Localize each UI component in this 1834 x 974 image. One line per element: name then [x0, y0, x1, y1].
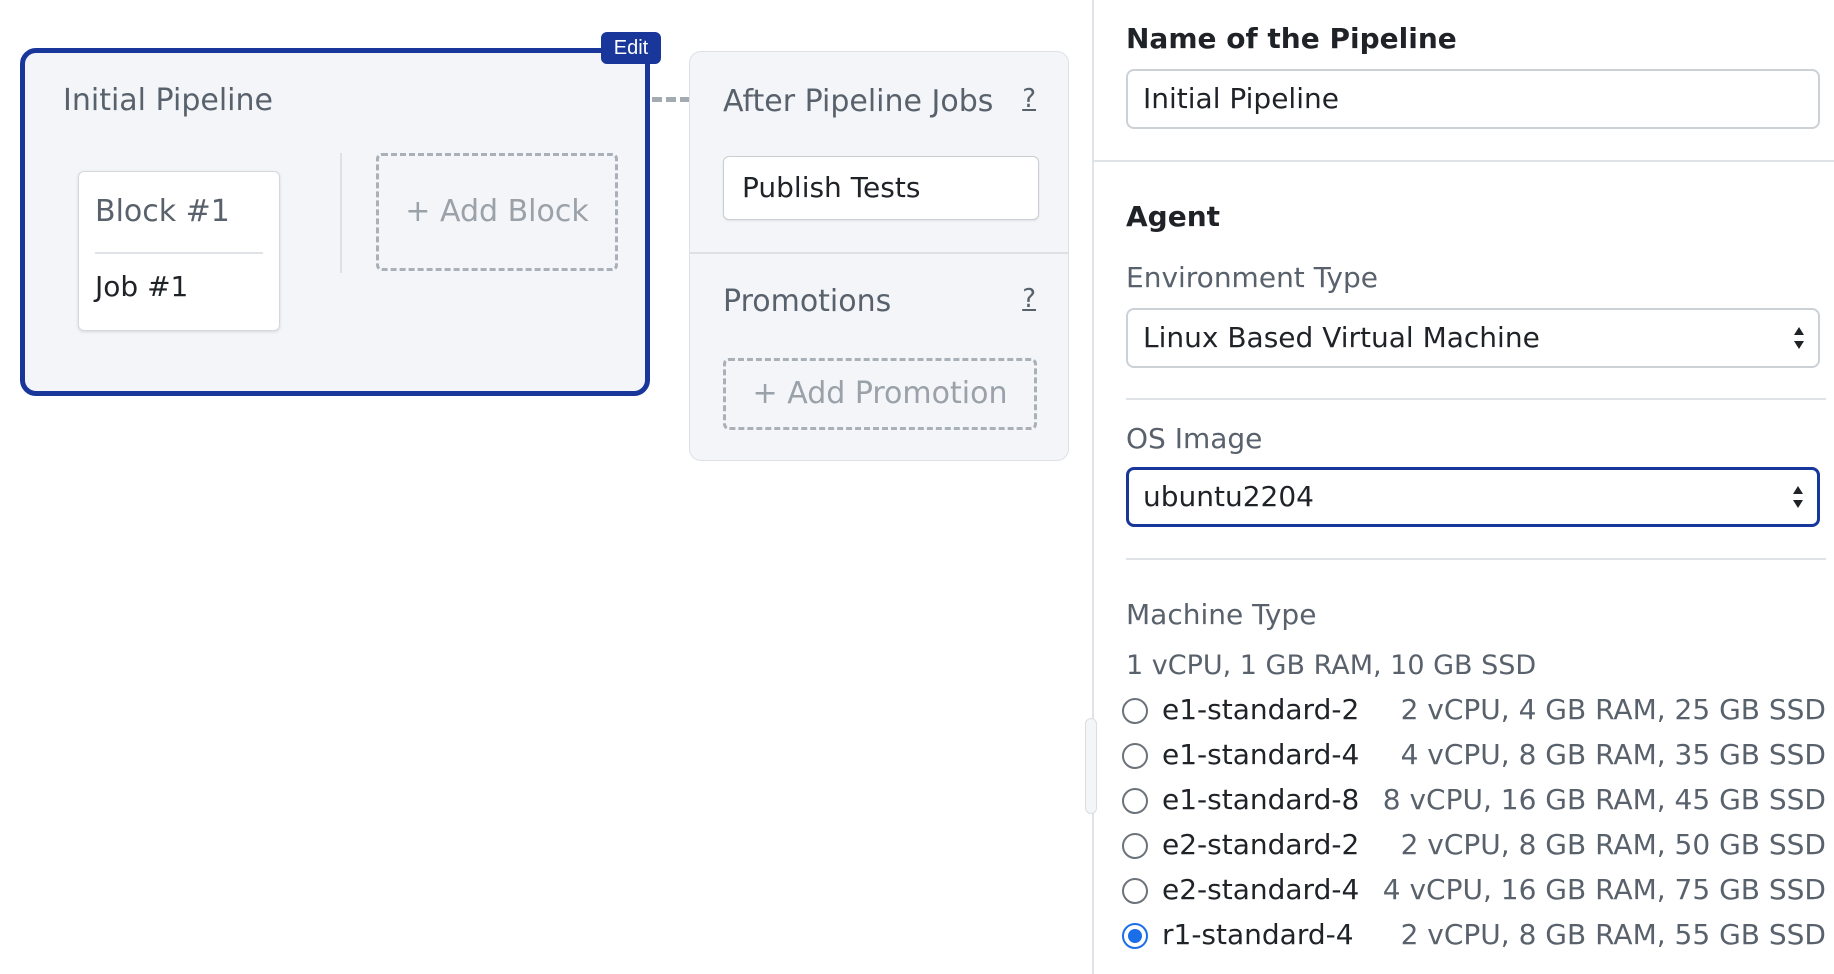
os-image-label: OS Image — [1126, 422, 1263, 455]
machine-name: e1-standard-4 — [1162, 738, 1360, 771]
machine-option[interactable]: e1-standard-8 8 vCPU, 16 GB RAM, 45 GB S… — [1122, 781, 1826, 821]
add-promotion-button[interactable]: + Add Promotion — [723, 358, 1037, 430]
agent-heading: Agent — [1126, 200, 1221, 233]
pipeline-canvas: Initial Pipeline Block #1 Job #1 + Add B… — [0, 0, 1088, 974]
select-arrows-icon — [1793, 486, 1803, 508]
pipeline-name-label: Name of the Pipeline — [1126, 22, 1457, 55]
machine-type-label: Machine Type — [1126, 598, 1317, 631]
machine-option[interactable]: r1-standard-4 2 vCPU, 8 GB RAM, 55 GB SS… — [1122, 916, 1826, 956]
pipeline-name-input[interactable]: Initial Pipeline — [1126, 69, 1820, 129]
after-pipeline-job[interactable]: Publish Tests — [723, 156, 1039, 220]
machine-radio[interactable] — [1122, 923, 1148, 949]
machine-spec: 8 vCPU, 16 GB RAM, 45 GB SSD — [1382, 783, 1826, 816]
machine-option[interactable]: e2-standard-2 2 vCPU, 8 GB RAM, 50 GB SS… — [1122, 826, 1826, 866]
after-pipeline-title: After Pipeline Jobs — [723, 84, 994, 119]
block-job: Job #1 — [95, 270, 189, 303]
after-panel-divider — [690, 252, 1068, 254]
machine-radio[interactable] — [1122, 878, 1148, 904]
divider — [1126, 398, 1826, 400]
add-block-button[interactable]: + Add Block — [376, 153, 618, 271]
machine-option[interactable]: e1-standard-4 4 vCPU, 8 GB RAM, 35 GB SS… — [1122, 736, 1826, 776]
block-title: Block #1 — [95, 194, 230, 229]
machine-radio[interactable] — [1122, 833, 1148, 859]
after-pipeline-panel: After Pipeline Jobs ? Publish Tests Prom… — [689, 51, 1069, 461]
machine-name: e2-standard-4 — [1162, 873, 1360, 906]
block-separator — [340, 153, 342, 273]
environment-type-select[interactable]: Linux Based Virtual Machine — [1126, 308, 1820, 368]
machine-radio[interactable] — [1122, 788, 1148, 814]
os-image-select[interactable]: ubuntu2204 — [1126, 467, 1820, 527]
pipeline-connector — [652, 97, 690, 102]
promotions-title: Promotions — [723, 284, 892, 319]
machine-name: e2-standard-2 — [1162, 828, 1360, 861]
select-arrows-icon — [1794, 327, 1804, 349]
machine-option[interactable]: e1-standard-2 2 vCPU, 4 GB RAM, 25 GB SS… — [1122, 691, 1826, 731]
pipeline-settings-panel: Name of the Pipeline Initial Pipeline Ag… — [1094, 0, 1834, 974]
machine-option[interactable]: e2-standard-4 4 vCPU, 16 GB RAM, 75 GB S… — [1122, 871, 1826, 911]
machine-radio[interactable] — [1122, 698, 1148, 724]
machine-name: r1-standard-4 — [1162, 918, 1354, 951]
os-image-value: ubuntu2204 — [1143, 480, 1314, 513]
promotions-help-link[interactable]: ? — [1022, 284, 1036, 314]
workflow-editor: Initial Pipeline Block #1 Job #1 + Add B… — [0, 0, 1834, 974]
machine-spec: 2 vCPU, 4 GB RAM, 25 GB SSD — [1400, 693, 1826, 726]
machine-name: e1-standard-2 — [1162, 693, 1360, 726]
divider — [1126, 558, 1826, 560]
block-divider — [95, 252, 263, 254]
machine-spec: 2 vCPU, 8 GB RAM, 55 GB SSD — [1400, 918, 1826, 951]
machine-spec: 2 vCPU, 8 GB RAM, 50 GB SSD — [1400, 828, 1826, 861]
machine-spec: 4 vCPU, 16 GB RAM, 75 GB SSD — [1382, 873, 1826, 906]
block-card[interactable]: Block #1 Job #1 — [78, 171, 280, 331]
section-divider — [1094, 160, 1834, 162]
machine-spec: 4 vCPU, 8 GB RAM, 35 GB SSD — [1400, 738, 1826, 771]
machine-radio[interactable] — [1122, 743, 1148, 769]
machine-type-default: 1 vCPU, 1 GB RAM, 10 GB SSD — [1126, 650, 1537, 681]
machine-name: e1-standard-8 — [1162, 783, 1360, 816]
pipeline-card[interactable]: Initial Pipeline Block #1 Job #1 + Add B… — [20, 48, 650, 396]
edit-pipeline-button[interactable]: Edit — [601, 32, 661, 64]
environment-type-label: Environment Type — [1126, 261, 1378, 294]
environment-type-value: Linux Based Virtual Machine — [1143, 321, 1540, 354]
after-pipeline-help-link[interactable]: ? — [1022, 84, 1036, 114]
pipeline-title: Initial Pipeline — [63, 83, 273, 118]
